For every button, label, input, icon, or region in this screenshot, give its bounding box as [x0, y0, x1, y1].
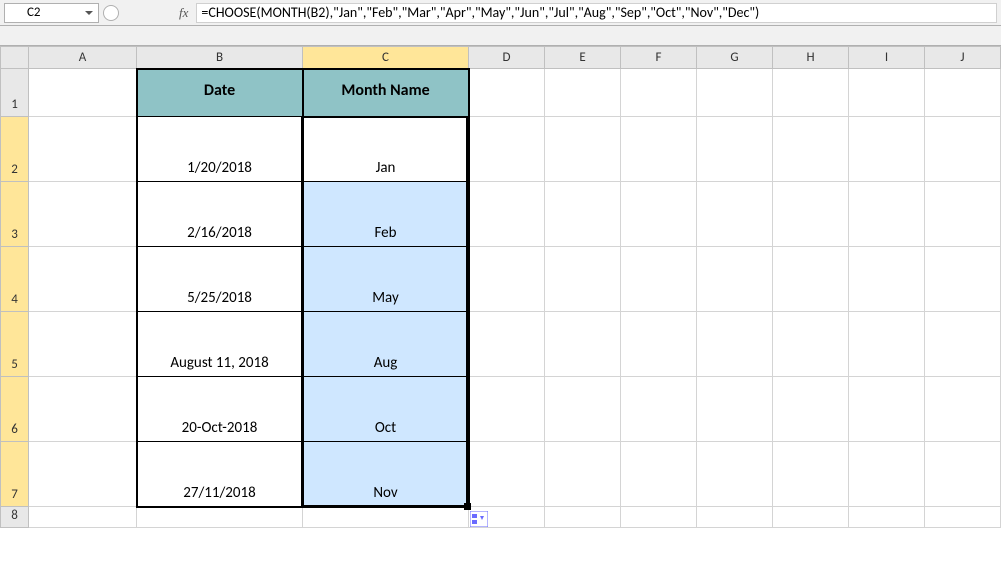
- cell-D7[interactable]: [469, 442, 545, 507]
- name-box[interactable]: C2: [4, 3, 99, 23]
- cell-B2[interactable]: 1/20/2018: [137, 117, 303, 182]
- col-header-C[interactable]: C: [303, 47, 469, 69]
- cell-D6[interactable]: [469, 377, 545, 442]
- col-header-I[interactable]: I: [849, 47, 925, 69]
- spreadsheet-grid[interactable]: A B C D E F G H I J 1 Date Month Name 2 …: [0, 46, 1001, 580]
- row-header-2[interactable]: 2: [1, 117, 29, 182]
- row-header-1[interactable]: 1: [1, 69, 29, 117]
- cell-C7[interactable]: Nov: [303, 442, 469, 507]
- col-header-D[interactable]: D: [469, 47, 545, 69]
- cell-C4[interactable]: May: [303, 247, 469, 312]
- row-header-7[interactable]: 7: [1, 442, 29, 507]
- cell-B7[interactable]: 27/11/2018: [137, 442, 303, 507]
- cell-D3[interactable]: [469, 182, 545, 247]
- cell-A2[interactable]: [29, 117, 137, 182]
- col-header-E[interactable]: E: [545, 47, 621, 69]
- cell-A8[interactable]: [29, 507, 137, 528]
- cell-C6[interactable]: Oct: [303, 377, 469, 442]
- cell-C1[interactable]: Month Name: [303, 69, 469, 117]
- cell-D5[interactable]: [469, 312, 545, 377]
- cell-D1[interactable]: [469, 69, 545, 117]
- cell-C3[interactable]: Feb: [303, 182, 469, 247]
- row-header-6[interactable]: 6: [1, 377, 29, 442]
- col-header-F[interactable]: F: [621, 47, 697, 69]
- fx-label[interactable]: fx: [179, 5, 188, 21]
- col-header-A[interactable]: A: [29, 47, 137, 69]
- formula-input[interactable]: =CHOOSE(MONTH(B2),"Jan","Feb","Mar","Apr…: [196, 3, 997, 23]
- function-circle-icon[interactable]: [103, 5, 119, 21]
- cell-D4[interactable]: [469, 247, 545, 312]
- cell-A1[interactable]: [29, 69, 137, 117]
- autofill-options-icon[interactable]: [470, 511, 488, 527]
- formula-bar: C2 fx =CHOOSE(MONTH(B2),"Jan","Feb","Mar…: [0, 0, 1001, 26]
- cell-B6[interactable]: 20-Oct-2018: [137, 377, 303, 442]
- cell-C2[interactable]: Jan: [303, 117, 469, 182]
- row-header-8[interactable]: 8: [1, 507, 29, 528]
- cell-A7[interactable]: [29, 442, 137, 507]
- cell-B4[interactable]: 5/25/2018: [137, 247, 303, 312]
- name-box-value: C2: [27, 5, 41, 20]
- select-all-corner[interactable]: [1, 47, 29, 69]
- col-header-H[interactable]: H: [773, 47, 849, 69]
- name-box-dropdown-icon[interactable]: [82, 6, 96, 20]
- cell-B1[interactable]: Date: [137, 69, 303, 117]
- row-header-5[interactable]: 5: [1, 312, 29, 377]
- cell-A5[interactable]: [29, 312, 137, 377]
- row-header-4[interactable]: 4: [1, 247, 29, 312]
- cell-B8[interactable]: [137, 507, 303, 528]
- cell-D2[interactable]: [469, 117, 545, 182]
- cell-B3[interactable]: 2/16/2018: [137, 182, 303, 247]
- col-header-J[interactable]: J: [925, 47, 1001, 69]
- ribbon-spacer: [0, 26, 1001, 46]
- cell-A4[interactable]: [29, 247, 137, 312]
- formula-text: =CHOOSE(MONTH(B2),"Jan","Feb","Mar","Apr…: [201, 4, 759, 21]
- cell-A6[interactable]: [29, 377, 137, 442]
- row-header-3[interactable]: 3: [1, 182, 29, 247]
- col-header-B[interactable]: B: [137, 47, 303, 69]
- col-header-G[interactable]: G: [697, 47, 773, 69]
- cell-C5[interactable]: Aug: [303, 312, 469, 377]
- cell-B5[interactable]: August 11, 2018: [137, 312, 303, 377]
- cell-C8[interactable]: [303, 507, 469, 528]
- cell-A3[interactable]: [29, 182, 137, 247]
